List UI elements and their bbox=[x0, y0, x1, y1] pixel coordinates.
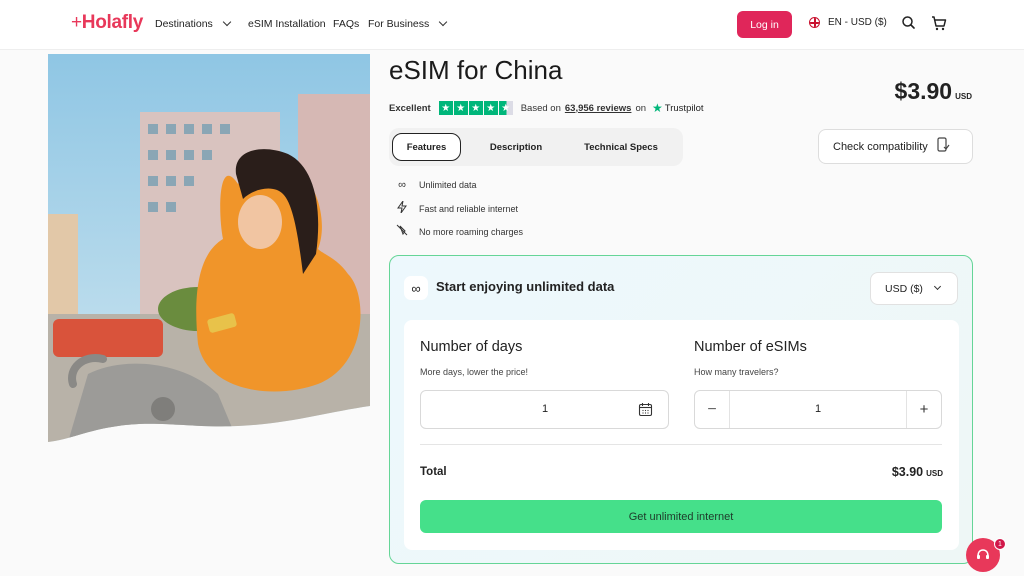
nav-esim-installation[interactable]: eSIM Installation bbox=[248, 18, 326, 30]
plan-configurator: Number of days More days, lower the pric… bbox=[404, 320, 959, 550]
holafly-logo[interactable]: +Holafly bbox=[71, 12, 143, 34]
trustpilot-star-icon: ★ bbox=[652, 101, 663, 115]
nav-for-business-label: For Business bbox=[368, 18, 430, 30]
price-value: $3.90 bbox=[894, 78, 953, 104]
rating-label: Excellent bbox=[389, 102, 431, 114]
reviews-prefix: Based on bbox=[520, 102, 561, 114]
feature-label: Fast and reliable internet bbox=[419, 203, 519, 214]
esims-value: 1 bbox=[815, 403, 822, 415]
language-currency-selector[interactable]: EN - USD ($) bbox=[809, 17, 887, 28]
total-currency: USD bbox=[926, 469, 943, 478]
reviews-link[interactable]: 63,956 reviews bbox=[565, 103, 632, 114]
currency-select[interactable]: USD ($) bbox=[870, 272, 958, 305]
reviews-suffix: on bbox=[635, 102, 647, 114]
tab-technical-specs[interactable]: Technical Specs bbox=[569, 133, 673, 161]
nav-destinations-label: Destinations bbox=[155, 18, 213, 30]
trustpilot-logo: ★ Trustpilot bbox=[652, 101, 703, 115]
product-price: $3.90 USD bbox=[895, 78, 972, 105]
esims-heading: Number of eSIMs bbox=[694, 339, 807, 355]
days-value: 1 bbox=[542, 403, 549, 415]
purchase-card: ∞ Start enjoying unlimited data USD ($) … bbox=[389, 255, 973, 564]
divider bbox=[420, 444, 942, 445]
star-icon: ★ bbox=[438, 101, 453, 115]
calendar-icon[interactable] bbox=[638, 402, 653, 422]
increment-button[interactable]: + bbox=[906, 391, 941, 428]
cart-icon[interactable] bbox=[929, 13, 949, 33]
chevron-down-icon bbox=[933, 282, 941, 291]
top-navbar: +Holafly Destinations eSIM Installation … bbox=[0, 0, 1024, 50]
login-button[interactable]: Log in bbox=[737, 11, 792, 38]
hero-image bbox=[48, 54, 370, 442]
search-icon[interactable] bbox=[899, 13, 919, 33]
nav-faqs-label: FAQs bbox=[333, 18, 360, 30]
card-title: Start enjoying unlimited data bbox=[436, 279, 615, 294]
nav-for-business[interactable]: For Business bbox=[368, 17, 448, 30]
check-compatibility-button[interactable]: Check compatibility bbox=[818, 129, 973, 164]
days-heading: Number of days bbox=[420, 339, 523, 355]
phone-check-icon bbox=[936, 137, 950, 156]
check-compatibility-label: Check compatibility bbox=[833, 140, 928, 153]
nav-faqs[interactable]: FAQs bbox=[333, 18, 359, 30]
trustpilot-rating: Excellent ★ ★ ★ ★ ★ Based on 63,956 revi… bbox=[389, 101, 704, 115]
infinity-icon: ∞ bbox=[404, 276, 428, 300]
feature-item: ∞ Unlimited data bbox=[395, 179, 477, 191]
half-star-icon: ★ bbox=[498, 101, 513, 115]
star-icon: ★ bbox=[468, 101, 483, 115]
trustpilot-label: Trustpilot bbox=[664, 102, 704, 114]
price-currency: USD bbox=[955, 92, 972, 101]
no-roaming-icon bbox=[395, 224, 409, 239]
nav-destinations[interactable]: Destinations bbox=[155, 17, 232, 30]
language-label: EN - USD ($) bbox=[828, 17, 887, 28]
star-icon: ★ bbox=[483, 101, 498, 115]
days-picker[interactable]: 1 bbox=[420, 390, 669, 429]
feature-item: No more roaming charges bbox=[395, 224, 523, 239]
tab-features[interactable]: Features bbox=[392, 133, 461, 161]
infinity-icon: ∞ bbox=[398, 179, 406, 191]
product-title: eSIM for China bbox=[389, 55, 563, 85]
lightning-icon bbox=[395, 200, 409, 216]
currency-select-value: USD ($) bbox=[885, 282, 923, 295]
uk-flag-icon bbox=[809, 17, 820, 28]
feature-label: No more roaming charges bbox=[419, 226, 524, 237]
nav-esim-installation-label: eSIM Installation bbox=[248, 18, 326, 30]
chevron-down-icon bbox=[222, 17, 232, 27]
tab-description[interactable]: Description bbox=[475, 133, 557, 161]
get-unlimited-internet-button[interactable]: Get unlimited internet bbox=[420, 500, 942, 533]
rating-stars: ★ ★ ★ ★ ★ bbox=[438, 101, 513, 115]
feature-label: Unlimited data bbox=[419, 180, 477, 190]
days-subtitle: More days, lower the price! bbox=[420, 367, 529, 377]
product-tabs: Features Description Technical Specs bbox=[389, 128, 683, 166]
total-label: Total bbox=[420, 466, 447, 478]
star-icon: ★ bbox=[453, 101, 468, 115]
total-price: $3.90 USD bbox=[892, 465, 943, 479]
esims-subtitle: How many travelers? bbox=[694, 367, 779, 377]
chat-icon bbox=[977, 549, 989, 559]
chat-notification-badge: 1 bbox=[994, 538, 1006, 550]
decrement-button[interactable]: − bbox=[695, 391, 730, 428]
total-value: $3.90 bbox=[891, 465, 924, 479]
esims-quantity-stepper: − 1 + bbox=[694, 390, 942, 429]
chevron-down-icon bbox=[439, 17, 448, 27]
feature-item: Fast and reliable internet bbox=[395, 200, 519, 216]
